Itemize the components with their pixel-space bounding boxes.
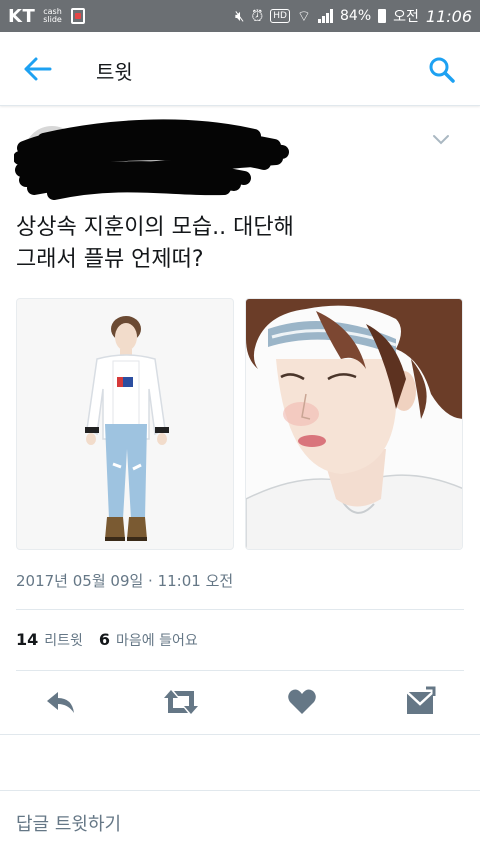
reply-input[interactable]: 답글 트윗하기 bbox=[16, 810, 121, 836]
retweet-icon[interactable] bbox=[162, 686, 200, 718]
alarm-icon: ⏰︎ bbox=[251, 6, 264, 25]
likes-stat[interactable]: 6 마음에 들어요 bbox=[99, 630, 198, 650]
retweets-stat[interactable]: 14 리트윗 bbox=[16, 630, 83, 650]
battery-icon bbox=[378, 9, 387, 23]
divider bbox=[0, 734, 480, 735]
heart-icon[interactable] bbox=[286, 686, 318, 718]
wifi-icon: ⌔ bbox=[296, 6, 311, 25]
fullbody-illustration bbox=[85, 316, 169, 541]
portrait-illustration bbox=[246, 299, 462, 549]
search-icon[interactable] bbox=[428, 56, 456, 84]
likes-count: 6 bbox=[98, 630, 111, 649]
redaction-scribble bbox=[14, 119, 289, 200]
cashslide-icon: cash slide bbox=[43, 7, 62, 24]
divider bbox=[0, 790, 480, 791]
tweet-text: 상상속 지훈이의 모습.. 대단해 그래서 플뷰 언제떠? bbox=[16, 212, 456, 276]
tweet-actions bbox=[0, 682, 480, 722]
mute-icon: 🔇︎ bbox=[235, 6, 245, 25]
hd-voice-icon: HD bbox=[270, 9, 290, 23]
tweet-text-line-1: 상상속 지훈이의 모습.. 대단해 bbox=[16, 215, 294, 240]
time-ampm: 오전 bbox=[393, 9, 419, 25]
likes-label: 마음에 들어요 bbox=[116, 633, 198, 649]
divider bbox=[16, 670, 464, 671]
arrow-left-icon[interactable] bbox=[22, 56, 52, 82]
signal-icon bbox=[318, 9, 333, 23]
tweet-image-2[interactable] bbox=[245, 298, 463, 550]
notification-icon bbox=[71, 8, 86, 24]
reply-icon[interactable] bbox=[44, 686, 76, 718]
tweet-author[interactable] bbox=[14, 118, 294, 200]
chevron-down-icon[interactable] bbox=[432, 134, 450, 146]
divider bbox=[16, 609, 464, 610]
page-title: 트윗 bbox=[96, 60, 133, 84]
carrier-label: KT bbox=[8, 5, 36, 27]
tweet-timestamp[interactable]: 2017년 05월 09일 · 11:01 오전 bbox=[16, 570, 233, 591]
app-header: 트윗 bbox=[0, 32, 480, 106]
tweet-text-line-2: 그래서 플뷰 언제떠? bbox=[16, 247, 204, 272]
clock: 11:06 bbox=[425, 6, 472, 26]
battery-percent: 84% bbox=[340, 8, 372, 24]
retweets-count: 14 bbox=[16, 630, 39, 649]
retweets-label: 리트윗 bbox=[44, 633, 83, 649]
status-bar: KT cash slide 🔇︎ ⏰︎ HD ⌔ 84% 오전 11:06 bbox=[0, 0, 480, 32]
message-icon[interactable] bbox=[404, 686, 436, 718]
tweet-stats: 14 리트윗 6 마음에 들어요 bbox=[16, 630, 198, 650]
tweet-image-1[interactable] bbox=[16, 298, 234, 550]
